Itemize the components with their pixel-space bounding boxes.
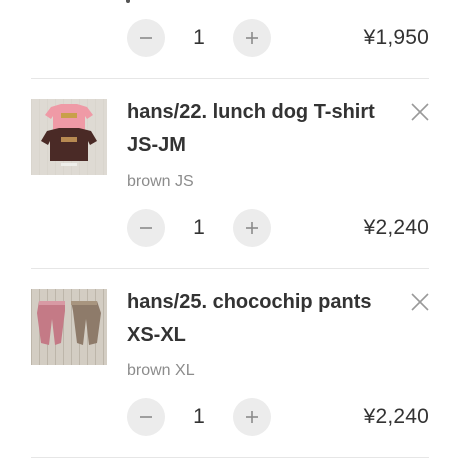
increase-quantity-button[interactable] — [233, 19, 271, 57]
minus-icon — [140, 227, 152, 229]
decrease-quantity-button[interactable] — [127, 398, 165, 436]
item-price: ¥2,240 — [363, 405, 429, 428]
product-variant: brown XL — [127, 362, 195, 379]
minus-icon — [140, 37, 152, 39]
item-price: ¥1,950 — [363, 26, 429, 49]
quantity-stepper: 1 ¥1,950 — [127, 19, 429, 57]
quantity-value: 1 — [193, 26, 205, 49]
item-divider — [31, 268, 429, 269]
quantity-stepper: 1 ¥2,240 — [127, 398, 429, 436]
quantity-value: 1 — [193, 405, 205, 428]
decrease-quantity-button[interactable] — [127, 19, 165, 57]
two-tshirts-photo — [31, 99, 107, 175]
cart-page: 1 ¥1,950 hans/22. lunch dog T-shirt JS-J… — [0, 0, 460, 460]
increase-quantity-button[interactable] — [233, 398, 271, 436]
item-price: ¥2,240 — [363, 216, 429, 239]
quantity-stepper: 1 ¥2,240 — [127, 209, 429, 247]
decrease-quantity-button[interactable] — [127, 209, 165, 247]
plus-icon — [246, 222, 258, 234]
product-title[interactable]: hans/25. chocochip pants XS-XL — [127, 286, 407, 352]
product-title[interactable]: hans/22. lunch dog T-shirt JS-JM — [127, 96, 407, 162]
plus-icon — [246, 32, 258, 44]
quantity-value: 1 — [193, 216, 205, 239]
two-pants-photo — [31, 289, 107, 365]
item-divider — [31, 78, 429, 79]
product-variant: brown JS — [127, 173, 194, 190]
previous-title-tail — [126, 0, 130, 3]
increase-quantity-button[interactable] — [233, 209, 271, 247]
close-icon[interactable] — [410, 102, 430, 122]
minus-icon — [140, 416, 152, 418]
plus-icon — [246, 411, 258, 423]
product-thumbnail[interactable] — [31, 99, 107, 175]
item-divider — [31, 457, 429, 458]
close-icon[interactable] — [410, 292, 430, 312]
product-thumbnail[interactable] — [31, 289, 107, 365]
